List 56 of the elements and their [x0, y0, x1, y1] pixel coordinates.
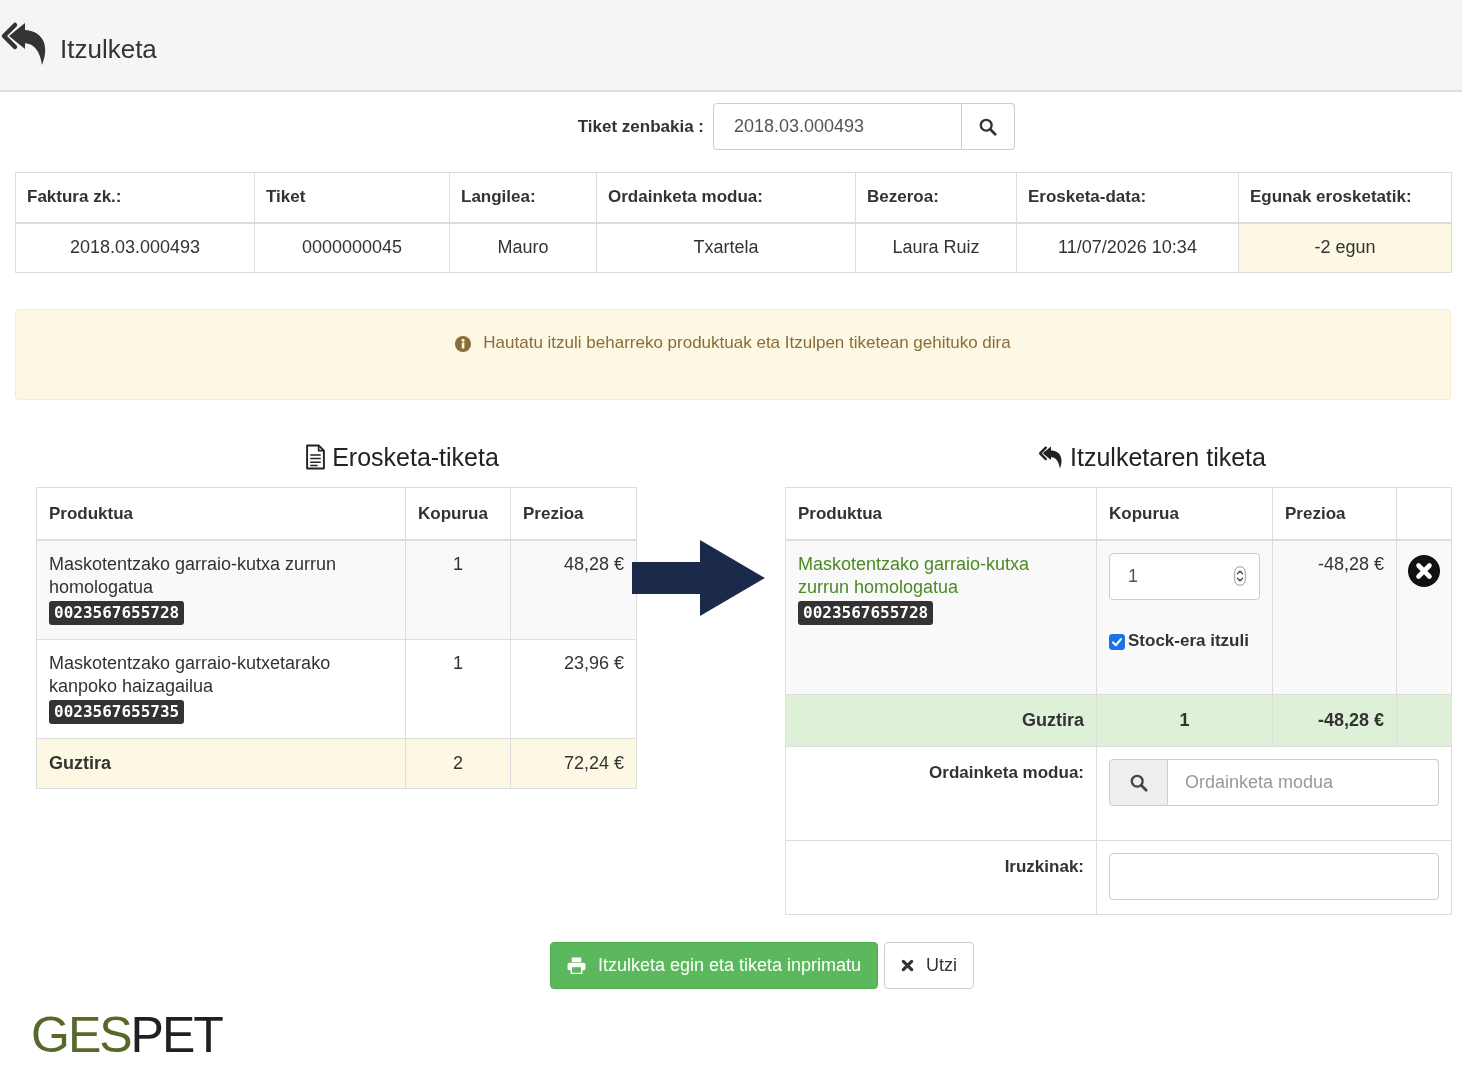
search-button[interactable] [1109, 759, 1168, 806]
table-cell: 2 [405, 738, 511, 789]
printer-icon [566, 957, 586, 974]
table-cell: 1 [1096, 694, 1273, 747]
column-header: Egunak erosketatik: [1238, 172, 1452, 223]
table-cell: Txartela [596, 222, 856, 273]
info-icon [455, 336, 472, 352]
barcode-tag: 0023567655728 [798, 601, 934, 625]
page-title: Itzulketa [60, 33, 157, 65]
column-header: Langilea: [449, 172, 597, 223]
table-cell: -48,28 € [1272, 540, 1397, 695]
table-cell: Mauro [449, 222, 597, 273]
table-cell: Laura Ruiz [855, 222, 1017, 273]
document-icon [305, 444, 327, 470]
table-cell: 72,24 € [510, 738, 637, 789]
table-cell: 23,96 € [510, 639, 637, 739]
alert-message: Hautatu itzuli beharreko produktuak eta Itzulpen tiketean gehituko dira [483, 333, 1011, 353]
table-cell: -2 egun [1238, 222, 1452, 273]
quantity-field[interactable]: 1 [1109, 553, 1260, 600]
column-header: Faktura zk.: [15, 172, 255, 223]
ticket-number-field[interactable]: 2018.03.000493 [713, 103, 962, 150]
table-cell: 11/07/2026 10:34 [1016, 222, 1239, 273]
column-header: Erosketa-data: [1016, 172, 1239, 223]
column-header: Bezeroa: [855, 172, 1017, 223]
right-arrow-icon [632, 540, 765, 616]
table-cell: Guztira [36, 738, 406, 789]
table-cell: Guztira [785, 694, 1097, 747]
stepper-icon[interactable] [1234, 566, 1246, 586]
product-name: Maskotentzako garraio-kutxa zurrun homologatua [798, 553, 1031, 599]
table-cell: 1 [405, 540, 511, 640]
logo-wordmark: GESPET [31, 1007, 222, 1063]
search-icon [979, 117, 997, 136]
barcode-tag: 0023567655728 [49, 601, 185, 625]
barcode-tag: 0023567655735 [49, 700, 185, 724]
field-label: Ordainketa modua: [785, 746, 1097, 841]
section-title: Erosketa-tiketa [332, 442, 499, 472]
checkbox-label: Stock-era itzuli [1128, 630, 1249, 652]
search-icon [1129, 773, 1148, 792]
table-cell: 2018.03.000493 [15, 222, 255, 273]
payment-method-field[interactable]: Ordainketa modua [1168, 759, 1439, 806]
checkbox[interactable] [1109, 634, 1125, 650]
section-title: Itzulketaren tiketa [1070, 442, 1266, 472]
cancel-button[interactable]: Utzi [884, 942, 975, 989]
table-cell: 1 [405, 639, 511, 739]
field-label: Tiket zenbakia : [577, 116, 704, 137]
column-header: Tiket [254, 172, 450, 223]
search-button[interactable] [962, 103, 1015, 150]
table-cell: 0000000045 [254, 222, 450, 273]
table-cell: -48,28 € [1272, 694, 1397, 747]
comments-field[interactable] [1109, 853, 1439, 900]
field-label: Iruzkinak: [785, 840, 1097, 915]
product-name: Maskotentzako garraio-kutxetarako kanpoko haizagailua [49, 652, 332, 698]
close-icon[interactable] [1408, 555, 1440, 587]
product-name: Maskotentzako garraio-kutxa zurrun homologatua [49, 553, 338, 599]
x-icon [901, 959, 915, 972]
column-header: Ordainketa modua: [596, 172, 856, 223]
